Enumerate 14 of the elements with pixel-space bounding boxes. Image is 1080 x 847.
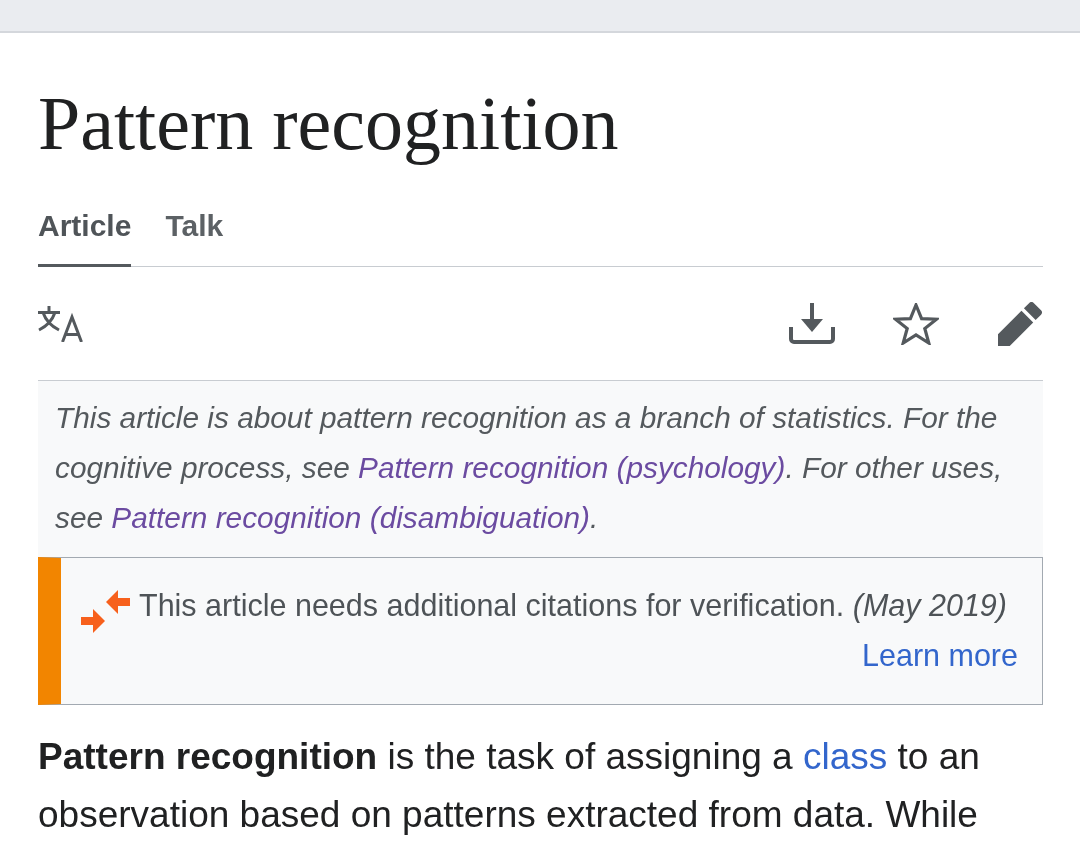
learn-more-link[interactable]: Learn more (862, 630, 1018, 680)
article-link[interactable]: class (802, 736, 888, 777)
arrows-icon (81, 590, 130, 633)
tab[interactable]: Article (38, 191, 132, 267)
translate-icon[interactable] (38, 305, 84, 342)
hatnote-link[interactable]: Pattern recognition (disambiguation) (111, 501, 590, 534)
tab[interactable]: Talk (165, 191, 224, 267)
notice-text: This article needs additional citations for verification. (May 2019) (139, 587, 1008, 625)
lead-paragraph: Pattern recognition is the task of assigning a class to an observation based on patterns extracted from data. While (38, 735, 981, 837)
hatnote-link[interactable]: Pattern recognition (psychology) (358, 451, 786, 484)
download-icon[interactable] (789, 302, 835, 345)
hatnote-text: This article is about pattern recognition as a branch of statistics. For the cognitive process, see Pattern recognition (psychology). For other uses, see Pattern recognition (disambiguation). (55, 400, 1004, 536)
pencil-icon[interactable] (997, 301, 1043, 346)
star-icon[interactable] (893, 302, 939, 345)
